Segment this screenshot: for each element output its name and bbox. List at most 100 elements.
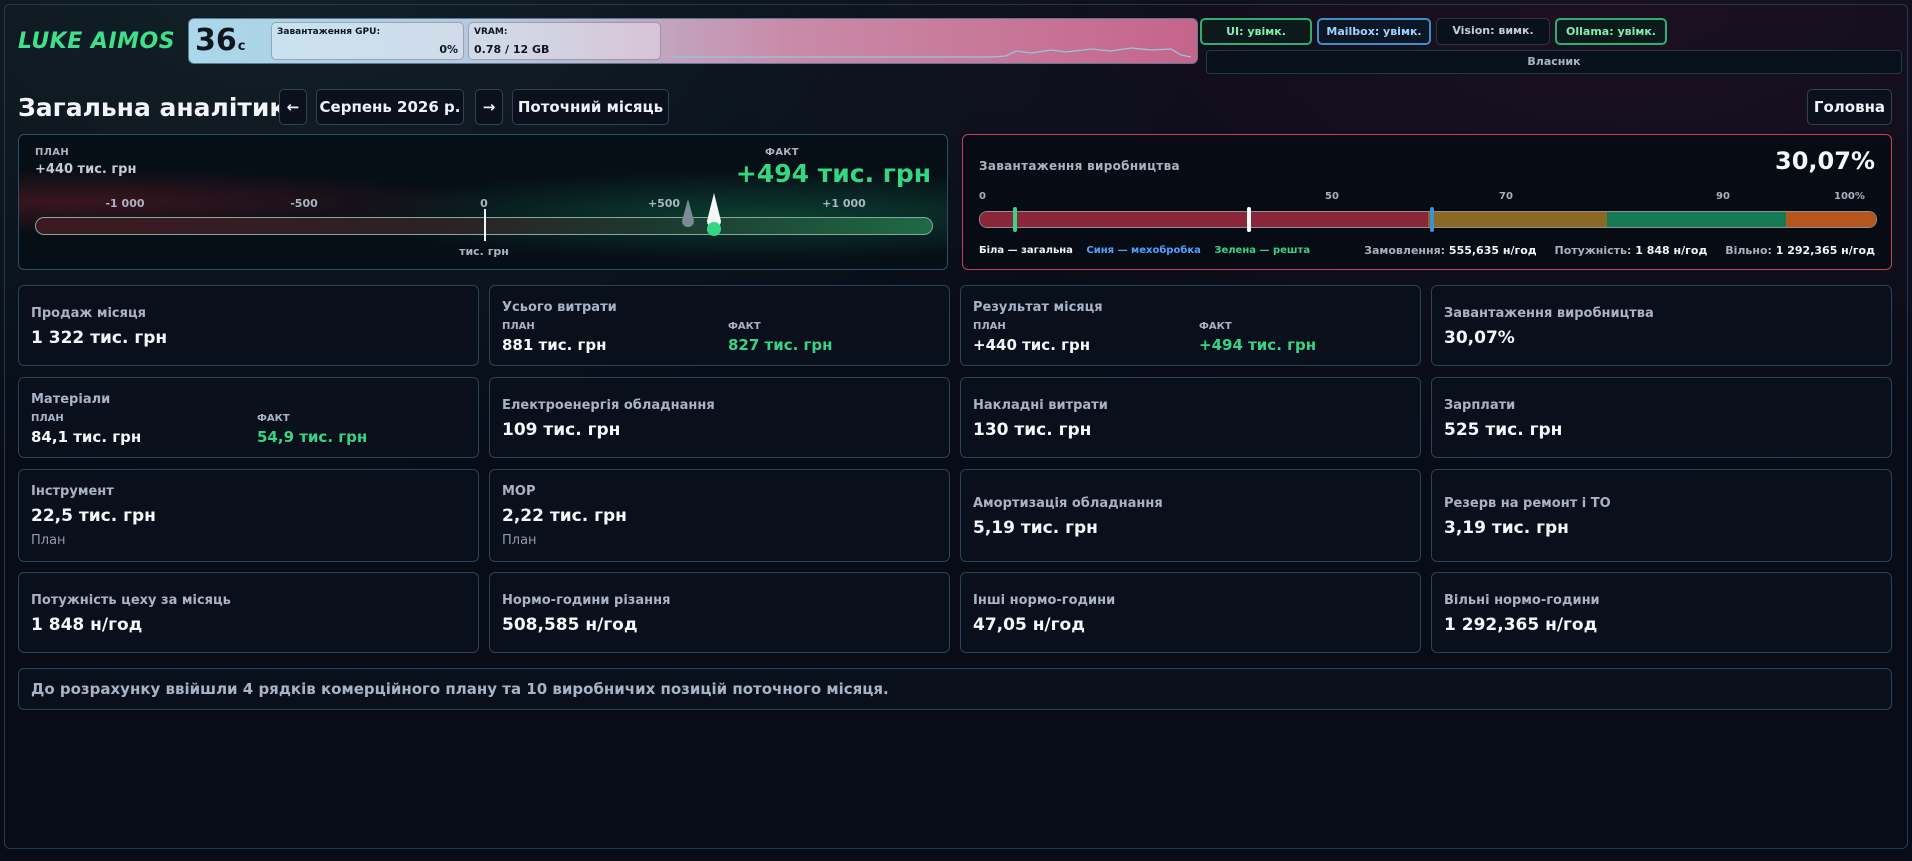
fact-value: 827 тис. грн [728,336,833,354]
card-value: 22,5 тис. грн [31,506,156,526]
card-depreciation: Амортизація обладнання 5,19 тис. грн [960,469,1421,562]
owner-role-bar[interactable]: Власник [1206,50,1902,74]
card-title: Продаж місяця [31,306,146,321]
free-label: Вільно: [1725,244,1772,257]
zone-good [1607,212,1787,227]
card-title: Нормо-години різання [502,593,671,608]
zero-line [484,209,486,241]
free-stat: Вільно: 1 292,365 н/год [1725,244,1875,257]
card-title: Амортизація обладнання [973,496,1163,511]
card-value: 1 848 н/год [31,615,143,635]
card-title: Усього витрати [502,300,617,315]
result-gauge-panel: ПЛАН +440 тис. грн ФАКТ +494 тис. грн -1… [18,134,948,270]
zone-over [1786,212,1876,227]
load-legend: Біла — загальна Синя — мехобробка Зелена… [979,245,1310,256]
plan-marker-icon [682,199,694,227]
card-value: 1 292,365 н/год [1444,615,1598,635]
card-electricity: Електроенергія обладнання 109 тис. грн [489,377,950,458]
home-button[interactable]: Головна [1807,89,1892,125]
card-title: Інструмент [31,484,114,499]
card-value: 1 322 тис. грн [31,328,168,348]
current-month-button[interactable]: Поточний місяць [512,89,669,125]
load-tick: 50 [1325,191,1339,202]
capacity-value: 1 848 н/год [1635,244,1708,257]
card-title: МОР [502,484,536,499]
fact-label: ФАКТ [728,321,761,332]
top-bar: LUKE AIMOS 36c Завантаження GPU: 0% VRAM… [6,6,1906,76]
load-gauge-track [979,211,1877,228]
card-value: 47,05 н/год [973,615,1085,635]
gauge-fact-value: +494 тис. грн [735,159,931,188]
card-title: Інші нормо-години [973,593,1116,608]
gauge-tick: +1 000 [822,197,866,210]
card-value: 109 тис. грн [502,420,621,440]
load-tick: 100% [1834,191,1865,202]
free-value: 1 292,365 н/год [1775,244,1875,257]
card-other-hours: Інші нормо-години 47,05 н/год [960,572,1421,653]
gauge-tick: -1 000 [105,197,145,210]
card-cutting-hours: Нормо-години різання 508,585 н/год [489,572,950,653]
orders-label: Замовлення: [1364,244,1446,257]
orders-stat: Замовлення: 555,635 н/год [1364,244,1537,257]
card-title: Потужність цеху за місяць [31,593,231,608]
calculation-note: До розрахунку ввійшли 4 рядків комерційн… [18,668,1892,710]
legend-white: Біла — загальна [979,245,1073,256]
page-title: Загальна аналітика [18,93,304,122]
plan-value: 881 тис. грн [502,336,607,354]
plan-value: 84,1 тис. грн [31,428,142,446]
card-value: 3,19 тис. грн [1444,518,1569,538]
card-title: Резерв на ремонт і ТО [1444,496,1611,511]
card-value: 30,07% [1444,328,1515,348]
load-gauge-value: 30,07% [1775,147,1875,175]
plan-value: +440 тис. грн [973,336,1091,354]
card-value: 130 тис. грн [973,420,1092,440]
card-overhead: Накладні витрати 130 тис. грн [960,377,1421,458]
gpu-temp-unit: c [237,39,246,54]
period-display: Серпень 2026 р. [316,89,464,125]
load-tick: 70 [1499,191,1513,202]
gauge-fact-label: ФАКТ [765,147,799,158]
card-month-result: Результат місяця ПЛАН +440 тис. грн ФАКТ… [960,285,1421,366]
card-title: Електроенергія обладнання [502,398,715,413]
card-value: 508,585 н/год [502,615,638,635]
card-free-hours: Вільні нормо-години 1 292,365 н/год [1431,572,1892,653]
next-month-button[interactable]: → [475,89,503,125]
load-gauge-label: Завантаження виробництва [979,159,1180,173]
card-value: 525 тис. грн [1444,420,1563,440]
gpu-load-value: 0% [439,43,458,56]
zone-mid [1428,212,1608,227]
gauge-plan-label: ПЛАН [35,147,69,158]
card-materials: Матеріали ПЛАН 84,1 тис. грн ФАКТ 54,9 т… [18,377,479,458]
capacity-label: Потужність: [1554,244,1632,257]
toggle-mailbox[interactable]: Mailbox: увімк. [1317,18,1431,45]
vram-label: VRAM: [474,27,508,37]
gpu-load-label: Завантаження GPU: [277,27,381,37]
plan-label: ПЛАН [31,413,64,424]
card-salaries: Зарплати 525 тис. грн [1431,377,1892,458]
card-title: Завантаження виробництва [1444,306,1654,321]
capacity-stat: Потужність: 1 848 н/год [1555,244,1708,257]
gpu-load-card: Завантаження GPU: 0% [271,22,464,60]
card-value: 2,22 тис. грн [502,506,627,526]
gpu-sparkline [671,47,1191,58]
card-production-load: Завантаження виробництва 30,07% [1431,285,1892,366]
gpu-status-strip: 36c Завантаження GPU: 0% VRAM: 0.78 / 12… [188,18,1198,64]
card-title: Матеріали [31,392,111,407]
toggle-ollama[interactable]: Ollama: увімк. [1555,18,1667,45]
card-title: Зарплати [1444,398,1516,413]
card-value: 5,19 тис. грн [973,518,1098,538]
prev-month-button[interactable]: ← [279,89,307,125]
toggle-ui[interactable]: UI: увімк. [1200,18,1312,45]
load-marker-blue [1430,207,1434,232]
orders-value: 555,635 н/год [1448,244,1537,257]
card-title: Результат місяця [973,300,1103,315]
toggle-vision[interactable]: Vision: вимк. [1436,18,1550,45]
load-marker-green [1013,207,1017,232]
fact-label: ФАКТ [257,413,290,424]
vram-value: 0.78 / 12 GB [474,43,550,56]
card-note: План [502,533,537,548]
gpu-temp-value: 36 [195,23,237,58]
plan-label: ПЛАН [973,321,1006,332]
gpu-temperature: 36c [195,23,245,58]
card-sales: Продаж місяця 1 322 тис. грн [18,285,479,366]
